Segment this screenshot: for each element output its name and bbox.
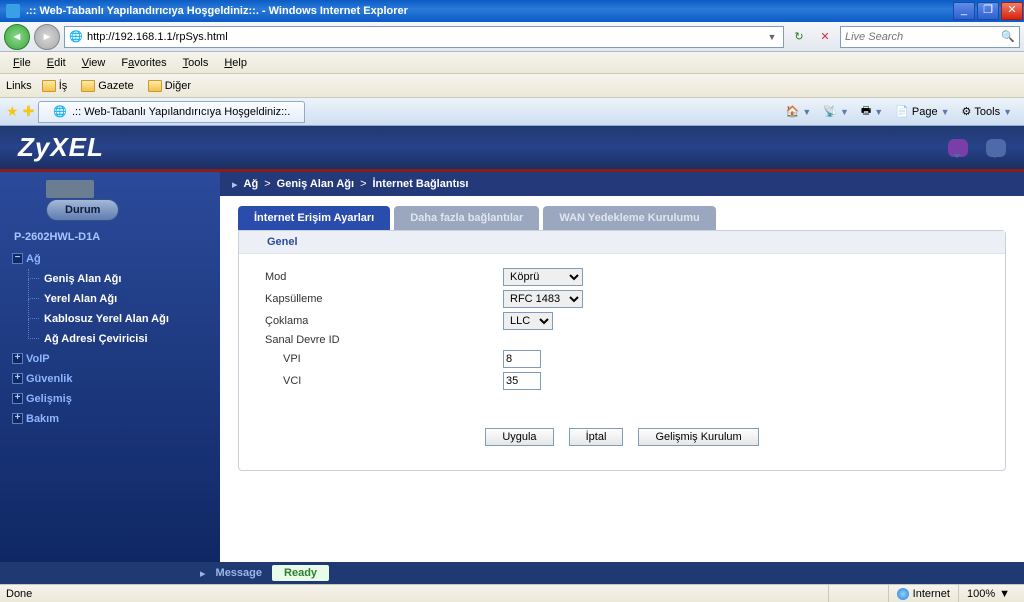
close-button[interactable]: ✕	[1001, 2, 1023, 20]
tab-daha-fazla[interactable]: Daha fazla bağlantılar	[394, 206, 539, 230]
links-bar: Links İş Gazete Diğer	[0, 74, 1024, 98]
kapsulleme-select[interactable]: RFC 1483	[503, 290, 583, 308]
window-title: .:: Web-Tabanlı Yapılandırıcıya Hoşgeldi…	[26, 5, 952, 17]
ie-icon	[6, 4, 20, 18]
breadcrumb-2[interactable]: Geniş Alan Ağı	[277, 178, 354, 190]
status-button[interactable]: Durum	[46, 180, 220, 221]
breadcrumb-1[interactable]: Ağ	[244, 178, 259, 190]
links-label: Links	[6, 80, 32, 92]
nav-kablosuz[interactable]: Kablosuz Yerel Alan Ağı	[14, 309, 220, 329]
print-button[interactable]: 🖶▼	[855, 101, 889, 123]
favorites-star-icon[interactable]: ★	[6, 103, 19, 120]
search-go-button[interactable]: 🔍	[997, 26, 1019, 48]
mod-label: Mod	[263, 271, 503, 283]
nav-nat[interactable]: Ağ Adresi Çeviricisi	[14, 329, 220, 349]
coklama-label: Çoklama	[263, 315, 503, 327]
vci-input[interactable]	[503, 372, 541, 390]
refresh-button[interactable]: ↻	[788, 26, 810, 48]
tab-internet-erisim[interactable]: İnternet Erişim Ayarları	[238, 206, 390, 230]
message-arrow-icon: ▸	[200, 567, 206, 580]
tools-menu[interactable]: ⚙Tools▼	[956, 101, 1018, 123]
modem-icon	[46, 180, 94, 198]
vpi-input[interactable]	[503, 350, 541, 368]
folder-icon	[81, 80, 95, 92]
apply-button[interactable]: Uygula	[485, 428, 553, 446]
forward-button[interactable]: ►	[34, 24, 60, 50]
breadcrumb: ▸ Ağ > Geniş Alan Ağı > İnternet Bağlant…	[220, 172, 1024, 196]
address-dropdown[interactable]: ▼	[761, 26, 783, 48]
address-bar[interactable]: 🌐 ▼	[64, 26, 784, 48]
nav-ag[interactable]: Ağ	[14, 249, 220, 269]
link-is[interactable]: İş	[38, 78, 72, 94]
back-button[interactable]: ◄	[4, 24, 30, 50]
nav-yerel-alan-agi[interactable]: Yerel Alan Ağı	[14, 289, 220, 309]
nav-guvenlik[interactable]: Güvenlik	[14, 369, 220, 389]
section-header: Genel	[239, 231, 1005, 254]
browser-navbar: ◄ ► 🌐 ▼ ↻ ✕ 🔍	[0, 22, 1024, 52]
vci-label: VCI	[263, 375, 503, 387]
device-name: P-2602HWL-D1A	[14, 231, 220, 243]
tab-strip: İnternet Erişim Ayarları Daha fazla bağl…	[238, 206, 1006, 230]
menu-view[interactable]: View	[75, 54, 113, 72]
message-label: Message	[216, 567, 262, 579]
sidebar: Durum P-2602HWL-D1A Ağ Geniş Alan Ağı Ye…	[0, 172, 220, 562]
breadcrumb-3: İnternet Bağlantısı	[373, 178, 469, 190]
info-icon[interactable]	[986, 139, 1006, 157]
message-bar: ▸ Message Ready	[0, 562, 1024, 584]
coklama-select[interactable]: LLC	[503, 312, 553, 330]
window-titlebar: .:: Web-Tabanlı Yapılandırıcıya Hoşgeldi…	[0, 0, 1024, 22]
page-content: ZyXEL Durum P-2602HWL-D1A Ağ Geniş Alan …	[0, 126, 1024, 584]
folder-icon	[148, 80, 162, 92]
add-favorites-icon[interactable]: ✚	[23, 103, 35, 120]
tab-title: .:: Web-Tabanlı Yapılandırıcıya Hoşgeldi…	[72, 106, 290, 118]
nav-voip[interactable]: VoIP	[14, 349, 220, 369]
status-done: Done	[6, 588, 828, 600]
minimize-button[interactable]: _	[953, 2, 975, 20]
menu-bar: FFileile Edit View Favorites Tools Help	[0, 52, 1024, 74]
nav-gelismis[interactable]: Gelişmiş	[14, 389, 220, 409]
status-zoom[interactable]: 100% ▼	[958, 585, 1018, 602]
brand-bar: ZyXEL	[0, 126, 1024, 172]
brand-logo: ZyXEL	[18, 132, 104, 163]
sanal-devre-label: Sanal Devre ID	[263, 334, 503, 346]
search-box[interactable]: 🔍	[840, 26, 1020, 48]
tab-wan-yedekleme[interactable]: WAN Yedekleme Kurulumu	[543, 206, 715, 230]
status-spacer	[828, 585, 888, 602]
page-menu[interactable]: 📄Page▼	[889, 101, 955, 123]
maximize-button[interactable]: ❐	[977, 2, 999, 20]
nav-bakim[interactable]: Bakım	[14, 409, 220, 429]
help-icon[interactable]	[948, 139, 968, 157]
mod-select[interactable]: Köprü	[503, 268, 583, 286]
settings-panel: Genel Mod Köprü Kapsülleme RFC 1483 Çokl…	[238, 230, 1006, 471]
menu-favorites[interactable]: Favorites	[114, 54, 173, 72]
stop-button[interactable]: ✕	[814, 26, 836, 48]
url-input[interactable]	[87, 31, 761, 43]
cancel-button[interactable]: İptal	[569, 428, 624, 446]
browser-statusbar: Done Internet 100% ▼	[0, 584, 1024, 602]
page-icon: 🌐	[68, 29, 84, 45]
globe-icon	[897, 588, 909, 600]
vpi-label: VPI	[263, 353, 503, 365]
kapsulleme-label: Kapsülleme	[263, 293, 503, 305]
browser-tab[interactable]: 🌐 .:: Web-Tabanlı Yapılandırıcıya Hoşgel…	[38, 101, 305, 123]
folder-icon	[42, 80, 56, 92]
link-diger[interactable]: Diğer	[144, 78, 195, 94]
menu-edit[interactable]: Edit	[40, 54, 73, 72]
tab-favicon: 🌐	[53, 105, 67, 118]
advanced-button[interactable]: Gelişmiş Kurulum	[638, 428, 758, 446]
message-value: Ready	[272, 565, 329, 581]
feeds-button[interactable]: 📡▼	[817, 101, 855, 123]
link-gazete[interactable]: Gazete	[77, 78, 137, 94]
breadcrumb-arrow-icon: ▸	[232, 178, 238, 191]
menu-help[interactable]: Help	[217, 54, 254, 72]
home-button[interactable]: 🏠▼	[780, 101, 818, 123]
nav-tree: P-2602HWL-D1A Ağ Geniş Alan Ağı Yerel Al…	[0, 231, 220, 429]
menu-tools[interactable]: Tools	[176, 54, 216, 72]
command-bar: ★ ✚ 🌐 .:: Web-Tabanlı Yapılandırıcıya Ho…	[0, 98, 1024, 126]
nav-genis-alan-agi[interactable]: Geniş Alan Ağı	[14, 269, 220, 289]
status-zone: Internet	[888, 585, 958, 602]
search-input[interactable]	[841, 31, 997, 43]
menu-file[interactable]: FFileile	[6, 54, 38, 72]
